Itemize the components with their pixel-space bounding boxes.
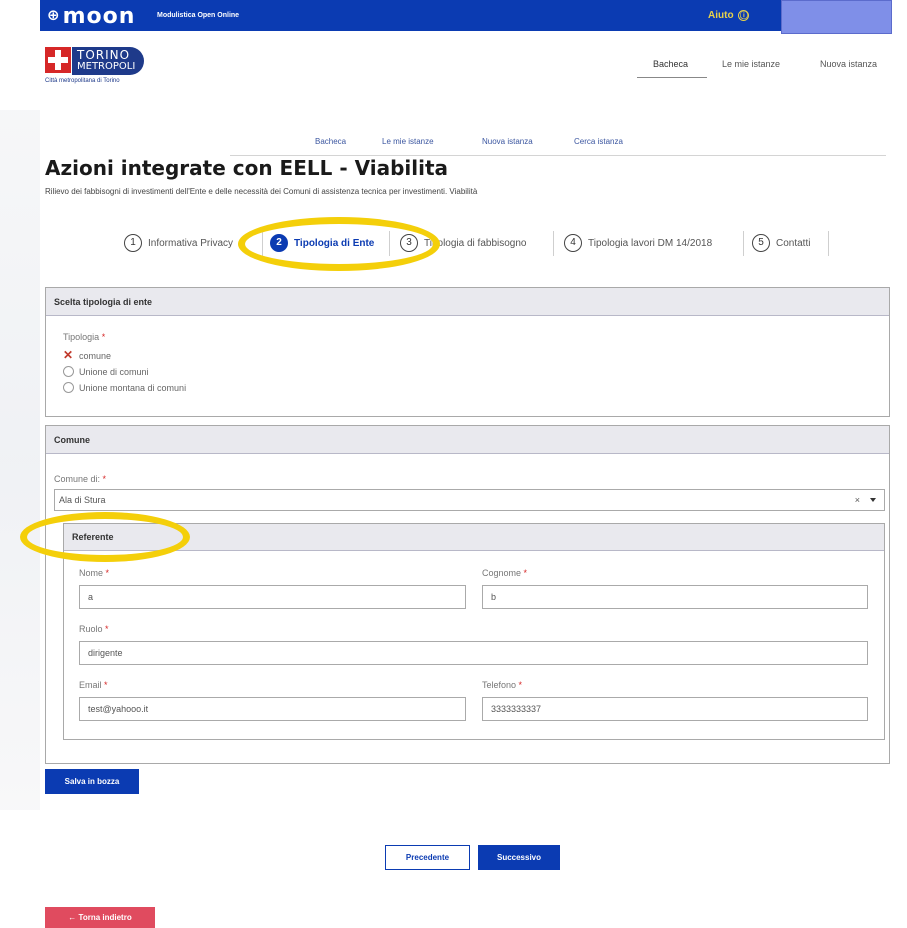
cognome-label: Cognome * bbox=[482, 568, 527, 578]
subnav-nuova-istanza[interactable]: Nuova istanza bbox=[482, 137, 533, 146]
logo-text: moon bbox=[62, 4, 136, 29]
tipologia-label-text: Tipologia bbox=[63, 332, 100, 342]
panel-tipologia-ente: Scelta tipologia di ente Tipologia * ✕ co… bbox=[45, 287, 890, 417]
telefono-field[interactable]: 3333333337 bbox=[482, 697, 868, 721]
ruolo-field[interactable]: dirigente bbox=[79, 641, 868, 665]
radio-label: Unione di comuni bbox=[79, 366, 149, 377]
previous-button[interactable]: Precedente bbox=[385, 845, 470, 870]
required-marker: * bbox=[105, 624, 109, 634]
help-label: Aiuto bbox=[708, 10, 734, 21]
required-marker: * bbox=[518, 680, 523, 690]
comune-label-text: Comune di: bbox=[54, 474, 101, 484]
nav-bacheca[interactable]: Bacheca bbox=[653, 59, 688, 69]
back-button[interactable]: ← Torna indietro bbox=[45, 907, 155, 928]
top-bar: ⊕moon Modulistica Open Online Aiuto ⓘ bbox=[40, 0, 890, 31]
ruolo-label: Ruolo * bbox=[79, 624, 109, 634]
panel-referente: Referente Nome * a Cognome * b Ruolo * d… bbox=[63, 523, 885, 740]
selected-x-icon: ✕ bbox=[63, 348, 74, 362]
step-contatti[interactable]: 5 Contatti bbox=[752, 233, 810, 253]
comune-select[interactable]: Ala di Stura × bbox=[54, 489, 885, 511]
chevron-down-icon[interactable] bbox=[870, 498, 876, 502]
cognome-label-text: Cognome bbox=[482, 568, 522, 578]
nav-le-mie-istanze[interactable]: Le mie istanze bbox=[722, 59, 780, 69]
required-marker: * bbox=[104, 680, 108, 690]
radio-label: comune bbox=[79, 350, 112, 361]
logo-line1: TORINO bbox=[77, 48, 131, 62]
email-label: Email * bbox=[79, 680, 108, 690]
panel-comune: Comune Comune di: * Ala di Stura × Refer… bbox=[45, 425, 890, 764]
ruolo-label-text: Ruolo bbox=[79, 624, 103, 634]
panel-header: Scelta tipologia di ente bbox=[46, 288, 889, 316]
nav-active-underline bbox=[637, 77, 707, 78]
highlight-ellipse-referente bbox=[20, 512, 190, 562]
highlight-ellipse-step bbox=[238, 217, 440, 271]
subnav-le-mie-istanze[interactable]: Le mie istanze bbox=[382, 137, 434, 146]
step-separator bbox=[553, 231, 554, 256]
torino-metropoli-logo[interactable]: TORINO METROPOLI Città metropolitana di … bbox=[45, 45, 155, 87]
radio-label: Unione montana di comuni bbox=[79, 382, 187, 393]
nome-field[interactable]: a bbox=[79, 585, 466, 609]
step-informativa-privacy[interactable]: 1 Informativa Privacy bbox=[124, 233, 233, 253]
radio-unione-comuni[interactable]: Unione di comuni bbox=[63, 366, 149, 377]
cross-flag-icon bbox=[45, 47, 71, 73]
logo-line2: METROPOLI bbox=[77, 61, 136, 72]
step-label: Informativa Privacy bbox=[148, 237, 234, 249]
info-icon: ⓘ bbox=[738, 10, 750, 21]
required-marker: * bbox=[523, 568, 528, 578]
page-description: Rilievo dei fabbisogni di investimenti d… bbox=[45, 187, 478, 196]
step-number: 5 bbox=[752, 234, 770, 252]
radio-unione-montana[interactable]: Unione montana di comuni bbox=[63, 382, 186, 393]
required-marker: * bbox=[102, 474, 107, 484]
required-marker: * bbox=[105, 568, 110, 578]
nav-nuova-istanza[interactable]: Nuova istanza bbox=[820, 59, 877, 69]
panel-header: Comune bbox=[46, 426, 889, 454]
radio-comune[interactable]: ✕ comune bbox=[63, 348, 112, 362]
moon-logo[interactable]: ⊕moon bbox=[47, 2, 135, 30]
cognome-field[interactable]: b bbox=[482, 585, 868, 609]
subnav-cerca-istanza[interactable]: Cerca istanza bbox=[574, 137, 623, 146]
app-subtitle: Modulistica Open Online bbox=[157, 12, 240, 19]
subnav-bacheca[interactable]: Bacheca bbox=[315, 137, 346, 146]
step-separator bbox=[828, 231, 829, 256]
step-label: Tipologia lavori DM 14/2018 bbox=[588, 237, 713, 249]
background-decoration bbox=[0, 110, 40, 810]
radio-circle-icon bbox=[63, 382, 74, 393]
step-label: Contatti bbox=[776, 237, 811, 249]
telefono-label: Telefono * bbox=[482, 680, 522, 690]
comune-select-value: Ala di Stura bbox=[59, 495, 106, 505]
save-draft-button[interactable]: Salva in bozza bbox=[45, 769, 139, 794]
globe-icon: ⊕ bbox=[47, 6, 61, 24]
step-number: 4 bbox=[564, 234, 582, 252]
tipologia-label: Tipologia * bbox=[63, 332, 105, 342]
radio-circle-icon bbox=[63, 366, 74, 377]
step-number: 1 bbox=[124, 234, 142, 252]
next-button[interactable]: Successivo bbox=[478, 845, 560, 870]
step-separator bbox=[743, 231, 744, 256]
help-link[interactable]: Aiuto ⓘ bbox=[708, 10, 750, 21]
nome-label: Nome * bbox=[79, 568, 109, 578]
required-marker: * bbox=[101, 332, 106, 342]
nome-label-text: Nome bbox=[79, 568, 104, 578]
user-menu-box[interactable] bbox=[781, 0, 892, 34]
email-label-text: Email bbox=[79, 680, 102, 690]
telefono-label-text: Telefono bbox=[482, 680, 517, 690]
step-tipologia-lavori[interactable]: 4 Tipologia lavori DM 14/2018 bbox=[564, 233, 712, 253]
page-title: Azioni integrate con EELL - Viabilita bbox=[45, 156, 449, 180]
comune-label: Comune di: * bbox=[54, 474, 106, 484]
email-field[interactable]: test@yahooo.it bbox=[79, 697, 466, 721]
logo-line3: Città metropolitana di Torino bbox=[45, 78, 120, 84]
clear-icon[interactable]: × bbox=[855, 490, 860, 510]
